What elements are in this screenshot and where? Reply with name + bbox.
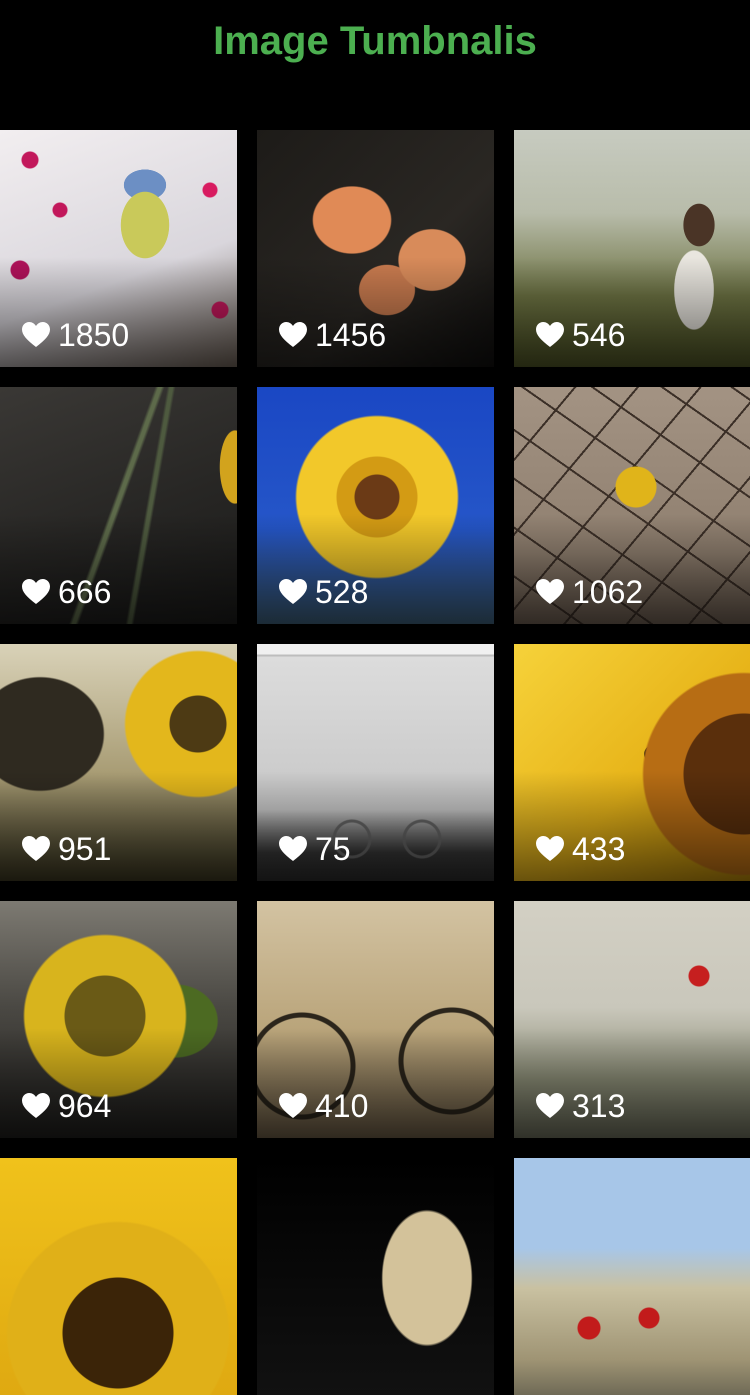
thumbnail-tile[interactable]: 1850: [0, 130, 237, 367]
heart-icon: [279, 1093, 307, 1119]
thumbnail-tile[interactable]: [257, 1158, 494, 1395]
like-count-value: 964: [58, 1088, 112, 1124]
like-count: 1850: [22, 317, 129, 353]
like-count: 666: [22, 574, 111, 610]
thumbnail-tile[interactable]: 964: [0, 901, 237, 1138]
like-count: 313: [536, 1088, 625, 1124]
thumbnail-tile[interactable]: 410: [257, 901, 494, 1138]
like-count-value: 951: [58, 831, 112, 867]
like-count: 75: [279, 831, 351, 867]
like-count-value: 1062: [572, 574, 644, 610]
like-count-value: 1850: [58, 317, 130, 353]
thumbnail-tile[interactable]: 75: [257, 644, 494, 881]
like-count-value: 528: [315, 574, 369, 610]
heart-icon: [22, 579, 50, 605]
thumbnail-tile[interactable]: [0, 1158, 237, 1395]
heart-icon: [279, 322, 307, 348]
thumbnail-tile[interactable]: 1062: [514, 387, 750, 624]
like-count-value: 433: [572, 831, 626, 867]
heart-icon: [22, 322, 50, 348]
like-count: 433: [536, 831, 625, 867]
thumbnail-tile[interactable]: 546: [514, 130, 750, 367]
heart-icon: [536, 836, 564, 862]
page-title: Image Tumbnalis: [213, 19, 537, 63]
thumbnail-tile[interactable]: [514, 1158, 750, 1395]
thumbnail-tile[interactable]: 433: [514, 644, 750, 881]
heart-icon: [279, 579, 307, 605]
like-count-value: 546: [572, 317, 626, 353]
thumbnail-tile[interactable]: 313: [514, 901, 750, 1138]
heart-icon: [22, 1093, 50, 1119]
heart-icon: [536, 579, 564, 605]
like-count: 546: [536, 317, 625, 353]
heart-icon: [22, 836, 50, 862]
like-count: 1456: [279, 317, 386, 353]
like-count: 1062: [536, 574, 643, 610]
heart-icon: [536, 1093, 564, 1119]
like-count-value: 666: [58, 574, 112, 610]
thumbnail-tile[interactable]: 951: [0, 644, 237, 881]
like-count: 410: [279, 1088, 368, 1124]
like-count: 951: [22, 831, 111, 867]
heart-icon: [279, 836, 307, 862]
like-count: 964: [22, 1088, 111, 1124]
thumbnail-grid: 1850 1456 546 666 528 1062 951 75 433 96…: [0, 130, 750, 1395]
thumbnail-tile[interactable]: 666: [0, 387, 237, 624]
thumbnail-image: [0, 1158, 237, 1395]
like-count-value: 313: [572, 1088, 626, 1124]
like-count-value: 1456: [315, 317, 387, 353]
heart-icon: [536, 322, 564, 348]
thumbnail-tile[interactable]: 1456: [257, 130, 494, 367]
thumbnail-tile[interactable]: 528: [257, 387, 494, 624]
thumbnail-image: [257, 1158, 494, 1395]
thumbnail-image: [514, 1158, 750, 1395]
like-count-value: 75: [315, 831, 351, 867]
like-count: 528: [279, 574, 368, 610]
like-count-value: 410: [315, 1088, 369, 1124]
